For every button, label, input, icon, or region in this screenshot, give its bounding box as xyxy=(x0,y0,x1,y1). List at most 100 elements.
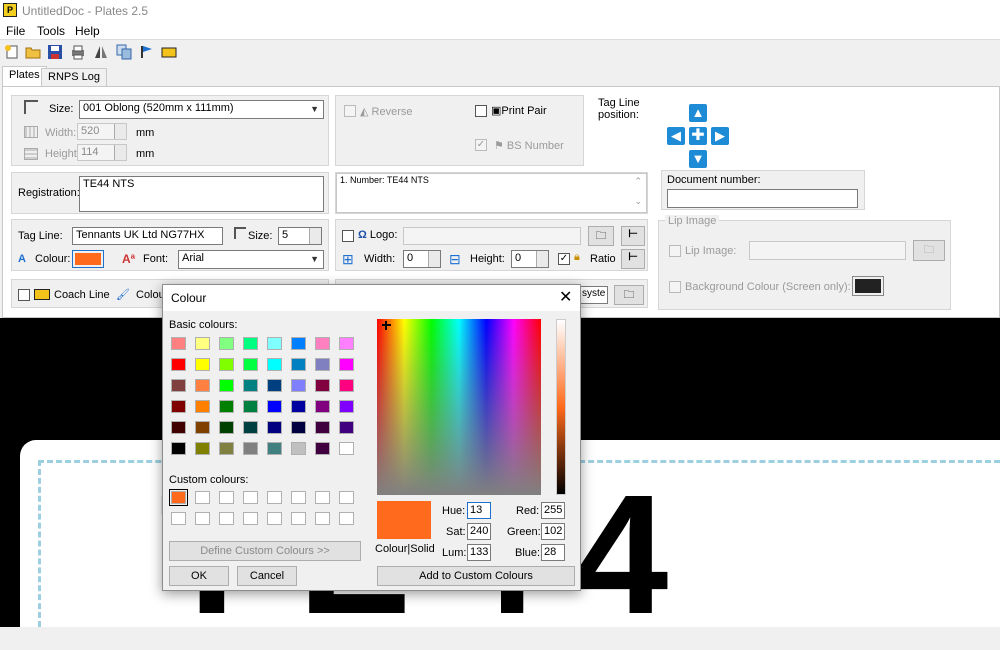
basic-colour-swatch[interactable] xyxy=(315,400,330,413)
basic-colour-swatch[interactable] xyxy=(243,358,258,371)
basic-colour-swatch[interactable] xyxy=(267,358,282,371)
basic-colour-swatch[interactable] xyxy=(219,442,234,455)
basic-colour-swatch[interactable] xyxy=(339,442,354,455)
mirror-icon[interactable] xyxy=(93,44,109,60)
ok-button[interactable]: OK xyxy=(169,566,229,586)
custom-colour-swatch[interactable] xyxy=(219,512,234,525)
basic-colour-swatch[interactable] xyxy=(315,337,330,350)
logo-align-button-2[interactable]: ⊢ xyxy=(621,249,645,269)
basic-colour-swatch[interactable] xyxy=(195,358,210,371)
custom-colour-swatch[interactable] xyxy=(291,512,306,525)
basic-colour-swatch[interactable] xyxy=(291,400,306,413)
ratio-checkbox[interactable]: ✓ xyxy=(558,253,570,265)
basic-colour-swatch[interactable] xyxy=(315,421,330,434)
basic-colour-swatch[interactable] xyxy=(291,442,306,455)
plate-icon[interactable] xyxy=(161,44,177,60)
basic-colour-swatch[interactable] xyxy=(219,400,234,413)
tagline-size-input[interactable]: 5 xyxy=(278,227,322,245)
logo-width-input[interactable]: 0 xyxy=(403,250,441,268)
custom-colour-swatch[interactable] xyxy=(339,512,354,525)
basic-colour-swatch[interactable] xyxy=(195,400,210,413)
basic-colour-swatch[interactable] xyxy=(339,337,354,350)
logo-height-input[interactable]: 0 xyxy=(511,250,549,268)
basic-colour-swatch[interactable] xyxy=(243,442,258,455)
basic-colour-swatch[interactable] xyxy=(315,379,330,392)
basic-colour-swatch[interactable] xyxy=(195,421,210,434)
lum-input[interactable]: 133 xyxy=(467,544,491,561)
custom-colour-swatch[interactable] xyxy=(243,491,258,504)
menu-help[interactable]: Help xyxy=(75,24,100,38)
basic-colour-swatch[interactable] xyxy=(315,358,330,371)
system-input[interactable]: syste xyxy=(578,286,608,304)
basic-colour-swatch[interactable] xyxy=(267,421,282,434)
font-select[interactable]: Arial ▼ xyxy=(178,250,324,269)
cancel-button[interactable]: Cancel xyxy=(237,566,297,586)
tab-rnps-log[interactable]: RNPS Log xyxy=(41,68,107,86)
luminosity-slider[interactable] xyxy=(556,319,566,495)
blue-input[interactable]: 28 xyxy=(541,544,565,561)
logo-width-spinner[interactable] xyxy=(428,251,440,267)
basic-colour-swatch[interactable] xyxy=(171,337,186,350)
basic-colour-swatch[interactable] xyxy=(171,421,186,434)
hue-input[interactable]: 13 xyxy=(467,502,491,519)
custom-colour-swatch[interactable] xyxy=(195,491,210,504)
basic-colour-swatch[interactable] xyxy=(219,337,234,350)
registration-input[interactable]: TE44 NTS xyxy=(79,176,324,212)
sat-input[interactable]: 240 xyxy=(467,523,491,540)
print-icon[interactable] xyxy=(70,44,86,60)
copy-icon[interactable] xyxy=(116,44,132,60)
custom-colour-swatch[interactable] xyxy=(315,512,330,525)
document-number-input[interactable] xyxy=(667,189,858,208)
save-icon[interactable] xyxy=(47,44,63,60)
basic-colour-swatch[interactable] xyxy=(195,379,210,392)
basic-colour-swatch[interactable] xyxy=(171,358,186,371)
basic-colour-swatch[interactable] xyxy=(339,358,354,371)
close-icon[interactable]: ✕ xyxy=(559,287,572,307)
tab-plates[interactable]: Plates xyxy=(2,66,47,87)
logo-browse-button[interactable]: 🗀 xyxy=(588,226,614,246)
custom-colour-swatch[interactable] xyxy=(171,512,186,525)
colour-spectrum[interactable] xyxy=(377,319,541,495)
print-pair-checkbox[interactable] xyxy=(475,105,487,117)
flag-icon[interactable] xyxy=(139,44,155,60)
custom-colour-swatch[interactable] xyxy=(267,512,282,525)
basic-colour-swatch[interactable] xyxy=(243,421,258,434)
red-input[interactable]: 255 xyxy=(541,502,565,519)
basic-colour-swatch[interactable] xyxy=(315,442,330,455)
add-to-custom-colours-button[interactable]: Add to Custom Colours xyxy=(377,566,575,586)
arrow-up-icon[interactable]: ▲ xyxy=(689,104,707,122)
basic-colour-swatch[interactable] xyxy=(195,337,210,350)
new-icon[interactable] xyxy=(4,44,20,60)
tagline-input[interactable]: Tennants UK Ltd NG77HX xyxy=(72,227,223,245)
basic-colour-swatch[interactable] xyxy=(171,379,186,392)
basic-colour-swatch[interactable] xyxy=(291,421,306,434)
logo-height-spinner[interactable] xyxy=(536,251,548,267)
menu-tools[interactable]: Tools xyxy=(37,24,65,38)
basic-colour-swatch[interactable] xyxy=(339,400,354,413)
basic-colour-swatch[interactable] xyxy=(267,379,282,392)
basic-colour-swatch[interactable] xyxy=(219,358,234,371)
basic-colour-swatch[interactable] xyxy=(267,337,282,350)
open-icon[interactable] xyxy=(25,44,41,60)
basic-colour-swatch[interactable] xyxy=(291,379,306,392)
basic-colour-swatch[interactable] xyxy=(339,421,354,434)
basic-colour-swatch[interactable] xyxy=(339,379,354,392)
scroll-down-icon[interactable]: ⌄ xyxy=(634,196,642,207)
custom-colour-swatch[interactable] xyxy=(291,491,306,504)
custom-colour-swatch[interactable] xyxy=(315,491,330,504)
tagline-size-spinner[interactable] xyxy=(309,228,321,244)
basic-colour-swatch[interactable] xyxy=(291,358,306,371)
basic-colour-swatch[interactable] xyxy=(219,379,234,392)
background-colour-button[interactable] xyxy=(852,276,884,296)
custom-colour-swatch[interactable] xyxy=(243,512,258,525)
basic-colour-swatch[interactable] xyxy=(171,442,186,455)
basic-colour-swatch[interactable] xyxy=(243,400,258,413)
basic-colour-swatch[interactable] xyxy=(267,442,282,455)
basic-colour-swatch[interactable] xyxy=(219,421,234,434)
custom-colour-swatch[interactable] xyxy=(339,491,354,504)
basic-colour-swatch[interactable] xyxy=(243,379,258,392)
arrow-left-icon[interactable]: ◀ xyxy=(667,127,685,145)
coach-line-checkbox[interactable] xyxy=(18,289,30,301)
custom-colour-swatch[interactable] xyxy=(195,512,210,525)
arrow-down-icon[interactable]: ▼ xyxy=(689,150,707,168)
